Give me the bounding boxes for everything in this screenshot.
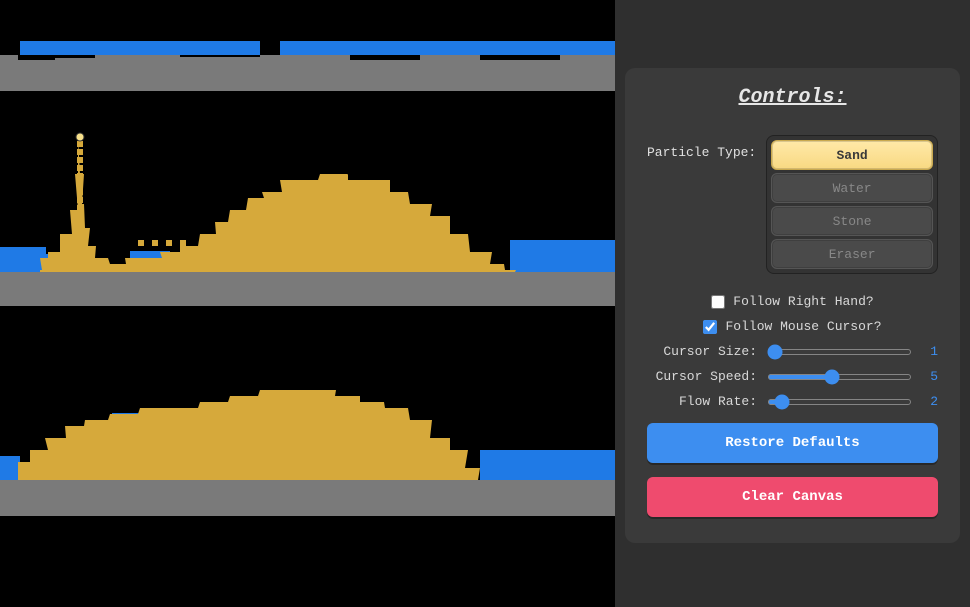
clear-canvas-button[interactable]: Clear Canvas: [647, 477, 938, 517]
cursor-size-slider[interactable]: [767, 349, 912, 355]
follow-hand-label: Follow Right Hand?: [733, 294, 873, 309]
restore-defaults-button[interactable]: Restore Defaults: [647, 423, 938, 463]
simulation-canvas[interactable]: [0, 0, 615, 607]
particle-type-water[interactable]: Water: [771, 173, 933, 203]
flow-rate-label: Flow Rate:: [647, 394, 757, 409]
follow-mouse-row[interactable]: Follow Mouse Cursor?: [647, 319, 938, 334]
flow-rate-row: Flow Rate: 2: [647, 394, 938, 409]
cursor-speed-value: 5: [922, 369, 938, 384]
panel-title: Controls:: [647, 86, 938, 109]
side-area: Controls: Particle Type: SandWaterStoneE…: [615, 0, 970, 607]
cursor-speed-row: Cursor Speed: 5: [647, 369, 938, 384]
controls-panel: Controls: Particle Type: SandWaterStoneE…: [625, 68, 960, 543]
flow-rate-slider[interactable]: [767, 399, 912, 405]
particle-type-label: Particle Type:: [647, 135, 756, 160]
flow-rate-value: 2: [922, 394, 938, 409]
particle-type-group: SandWaterStoneEraser: [766, 135, 938, 274]
cursor-size-label: Cursor Size:: [647, 344, 757, 359]
cursor-size-row: Cursor Size: 1: [647, 344, 938, 359]
follow-mouse-label: Follow Mouse Cursor?: [725, 319, 881, 334]
cursor-speed-label: Cursor Speed:: [647, 369, 757, 384]
follow-hand-row[interactable]: Follow Right Hand?: [647, 294, 938, 309]
particle-type-sand[interactable]: Sand: [771, 140, 933, 170]
particle-type-row: Particle Type: SandWaterStoneEraser: [647, 135, 938, 274]
cursor-size-value: 1: [922, 344, 938, 359]
follow-mouse-checkbox[interactable]: [703, 320, 717, 334]
particle-type-eraser[interactable]: Eraser: [771, 239, 933, 269]
follow-hand-checkbox[interactable]: [711, 295, 725, 309]
particle-type-stone[interactable]: Stone: [771, 206, 933, 236]
cursor-speed-slider[interactable]: [767, 374, 912, 380]
